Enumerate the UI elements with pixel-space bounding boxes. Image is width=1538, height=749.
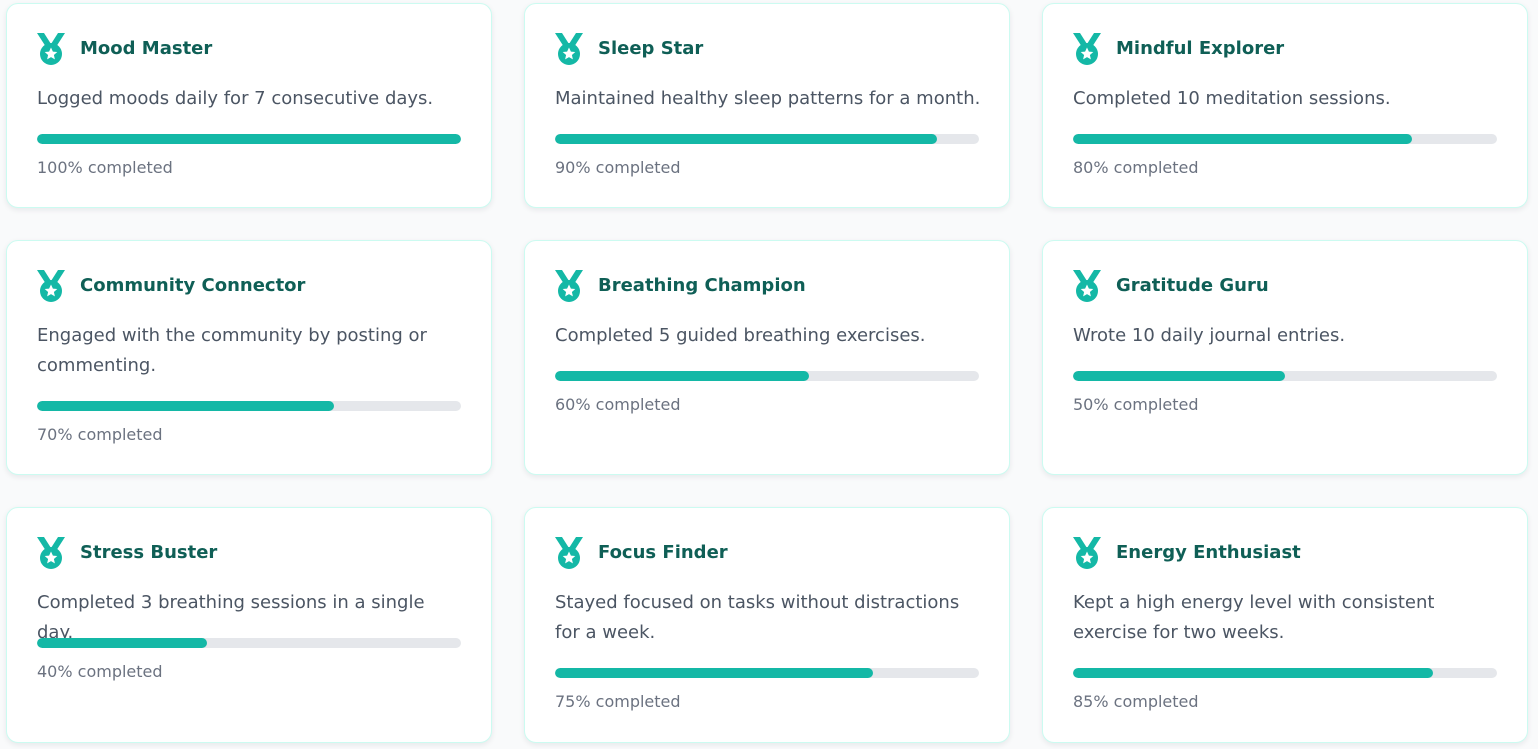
achievement-card: Gratitude Guru Wrote 10 daily journal ent… bbox=[1042, 240, 1528, 475]
achievement-description: Wrote 10 daily journal entries. bbox=[1073, 325, 1346, 346]
progress-suffix: % completed bbox=[1093, 395, 1199, 414]
achievement-description: Kept a high energy level with consistent… bbox=[1073, 592, 1435, 643]
achievement-card: Breathing Champion Completed 5 guided bre… bbox=[524, 240, 1010, 475]
achievement-title: Mindful Explorer bbox=[1116, 38, 1285, 59]
progress-bar bbox=[1073, 668, 1497, 678]
progress-fill bbox=[1073, 668, 1434, 678]
progress-value: 40 bbox=[37, 662, 58, 681]
progress-fill bbox=[555, 668, 873, 678]
progress-value: 75 bbox=[555, 692, 576, 711]
progress-label: 70% completed bbox=[37, 425, 163, 445]
progress-label: 50% completed bbox=[1073, 395, 1199, 415]
achievement-title: Focus Finder bbox=[598, 542, 728, 563]
progress-bar bbox=[1073, 134, 1497, 144]
progress-fill bbox=[1073, 134, 1413, 144]
progress-bar bbox=[555, 371, 979, 381]
progress-fill bbox=[37, 401, 334, 411]
medal-icon bbox=[35, 269, 67, 303]
achievement-header: Mindful Explorer bbox=[1071, 32, 1284, 66]
progress-suffix: % completed bbox=[1093, 158, 1199, 177]
progress-bar bbox=[37, 638, 461, 648]
achievement-header: Community Connector bbox=[35, 269, 305, 303]
achievement-header: Focus Finder bbox=[553, 536, 728, 570]
progress-suffix: % completed bbox=[575, 158, 681, 177]
achievement-title: Gratitude Guru bbox=[1116, 275, 1269, 296]
progress-suffix: % completed bbox=[575, 395, 681, 414]
progress-suffix: % completed bbox=[67, 158, 173, 177]
progress-fill bbox=[37, 638, 207, 648]
progress-suffix: % completed bbox=[57, 662, 163, 681]
achievement-title: Community Connector bbox=[80, 275, 306, 296]
progress-fill bbox=[555, 134, 937, 144]
progress-label: 75% completed bbox=[555, 692, 681, 712]
progress-fill bbox=[555, 371, 810, 381]
achievement-title: Stress Buster bbox=[80, 542, 218, 563]
progress-suffix: % completed bbox=[57, 425, 163, 444]
progress-value: 60 bbox=[555, 395, 576, 414]
achievement-header: Sleep Star bbox=[553, 32, 703, 66]
progress-fill bbox=[37, 134, 461, 144]
progress-value: 85 bbox=[1073, 692, 1094, 711]
achievement-title: Sleep Star bbox=[598, 38, 704, 59]
achievement-card: Focus Finder Stayed focused on tasks with… bbox=[524, 507, 1010, 743]
medal-icon bbox=[1071, 32, 1103, 66]
progress-value: 80 bbox=[1073, 158, 1094, 177]
progress-label: 90% completed bbox=[555, 158, 681, 178]
medal-icon bbox=[553, 32, 585, 66]
achievement-title: Mood Master bbox=[80, 38, 213, 59]
achievement-description: Engaged with the community by posting or… bbox=[37, 325, 427, 376]
progress-bar bbox=[37, 401, 461, 411]
progress-fill bbox=[1073, 371, 1285, 381]
progress-suffix: % completed bbox=[1093, 692, 1199, 711]
achievement-header: Energy Enthusiast bbox=[1071, 536, 1301, 570]
achievement-card: Stress Buster Completed 3 breathing sessi… bbox=[6, 507, 492, 743]
progress-suffix: % completed bbox=[575, 692, 681, 711]
achievement-card: Energy Enthusiast Kept a high energy leve… bbox=[1042, 507, 1528, 743]
achievement-header: Mood Master bbox=[35, 32, 212, 66]
progress-bar bbox=[1073, 371, 1497, 381]
progress-label: 85% completed bbox=[1073, 692, 1199, 712]
achievement-header: Stress Buster bbox=[35, 536, 217, 570]
progress-value: 50 bbox=[1073, 395, 1094, 414]
medal-icon bbox=[553, 536, 585, 570]
progress-bar bbox=[37, 134, 461, 144]
achievement-description: Stayed focused on tasks without distract… bbox=[555, 592, 960, 643]
achievement-description: Logged moods daily for 7 consecutive day… bbox=[37, 88, 434, 109]
progress-value: 100 bbox=[37, 158, 68, 177]
medal-icon bbox=[35, 536, 67, 570]
achievement-description: Completed 10 meditation sessions. bbox=[1073, 88, 1391, 109]
progress-bar bbox=[555, 134, 979, 144]
achievement-card: Community Connector Engaged with the comm… bbox=[6, 240, 492, 475]
achievement-title: Breathing Champion bbox=[598, 275, 806, 296]
medal-icon bbox=[1071, 536, 1103, 570]
achievement-header: Gratitude Guru bbox=[1071, 269, 1269, 303]
achievement-card: Sleep Star Maintained healthy sleep patte… bbox=[524, 3, 1010, 208]
progress-label: 40% completed bbox=[37, 662, 163, 682]
achievement-title: Energy Enthusiast bbox=[1116, 542, 1301, 563]
progress-value: 70 bbox=[37, 425, 58, 444]
progress-value: 90 bbox=[555, 158, 576, 177]
medal-icon bbox=[553, 269, 585, 303]
achievement-card: Mindful Explorer Completed 10 meditation … bbox=[1042, 3, 1528, 208]
achievement-description: Completed 5 guided breathing exercises. bbox=[555, 325, 926, 346]
progress-bar bbox=[555, 668, 979, 678]
achievement-header: Breathing Champion bbox=[553, 269, 806, 303]
progress-label: 80% completed bbox=[1073, 158, 1199, 178]
achievement-description: Maintained healthy sleep patterns for a … bbox=[555, 88, 981, 109]
medal-icon bbox=[35, 32, 67, 66]
achievement-card: Mood Master Logged moods daily for 7 cons… bbox=[6, 3, 492, 208]
progress-label: 100% completed bbox=[37, 158, 173, 178]
medal-icon bbox=[1071, 269, 1103, 303]
progress-label: 60% completed bbox=[555, 395, 681, 415]
